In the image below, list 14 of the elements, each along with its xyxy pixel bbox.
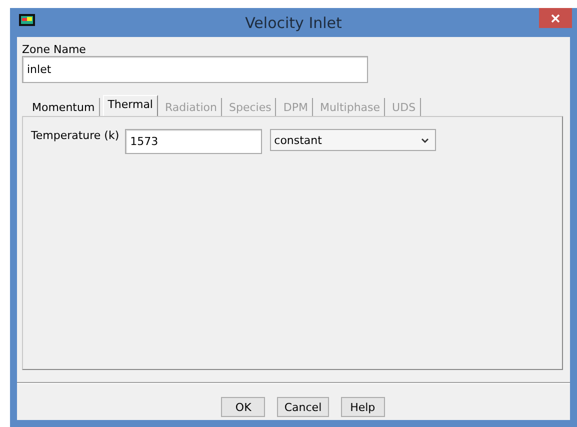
temperature-field[interactable]: 1573: [125, 129, 262, 154]
app-icon: [19, 14, 35, 26]
tab[interactable]: Thermal: [102, 95, 158, 116]
dialog-button[interactable]: Cancel: [277, 397, 329, 417]
close-icon: [551, 14, 560, 22]
close-button[interactable]: [539, 8, 572, 28]
method-dropdown[interactable]: constant: [270, 129, 436, 151]
window-title: Velocity Inlet: [244, 14, 343, 32]
dialog-button[interactable]: OK: [221, 397, 266, 417]
zone-name-label: Zone Name: [22, 43, 87, 56]
chevron-icon: [421, 138, 430, 142]
zone-name-field[interactable]: inlet: [22, 56, 368, 83]
dialog-button[interactable]: Help: [340, 397, 385, 417]
temperature-label: Temperature (k): [31, 129, 120, 142]
